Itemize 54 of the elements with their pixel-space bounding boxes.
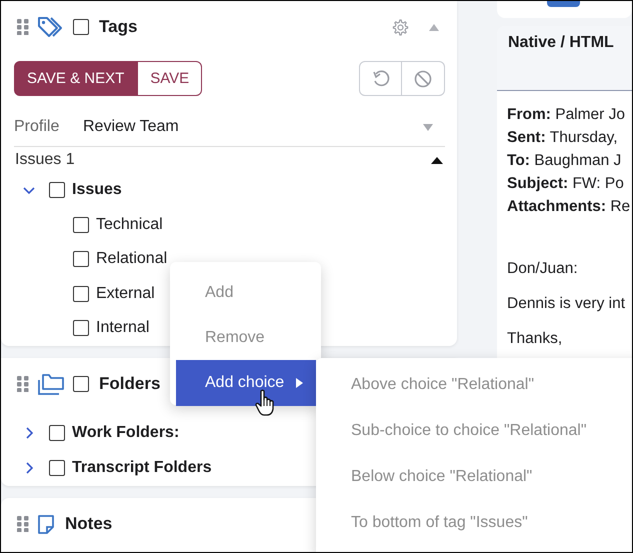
checkbox[interactable]: [73, 216, 89, 233]
menu-item[interactable]: Remove: [170, 315, 321, 360]
drag-handle-icon[interactable]: [17, 376, 29, 392]
checkbox[interactable]: [73, 251, 89, 268]
settings-icon[interactable]: [392, 18, 409, 36]
prohibited-icon: [414, 70, 432, 88]
tag-icon: [37, 15, 65, 39]
checkbox[interactable]: [49, 182, 65, 198]
email-header-line: Attachments: Re: [507, 197, 632, 217]
menu-item[interactable]: Add: [170, 270, 321, 315]
checkbox[interactable]: [73, 376, 89, 392]
checkbox[interactable]: [49, 425, 65, 441]
choice-label: Technical: [96, 216, 163, 234]
tag-label: Issues: [72, 181, 122, 200]
email-header-line: From: Palmer Jo: [507, 105, 626, 125]
note-icon: [37, 514, 55, 534]
email-header-line: Sent: Thursday,: [507, 128, 619, 148]
email-paragraph: Don/Juan:: [507, 259, 578, 279]
folder-label: Work Folders:: [72, 424, 180, 442]
choice-label: External: [96, 284, 155, 303]
choice-label: Internal: [96, 319, 150, 338]
save-button[interactable]: SAVE: [137, 61, 202, 96]
email-paragraph: Thanks,: [507, 329, 562, 349]
profile-dropdown[interactable]: Review Team: [83, 114, 445, 140]
collapse-icon[interactable]: [431, 156, 443, 164]
email-paragraph: Dennis is very int: [507, 294, 626, 314]
drag-handle-icon[interactable]: [17, 19, 29, 35]
checkbox[interactable]: [73, 19, 89, 35]
dropdown-arrow-icon: [423, 124, 433, 130]
profile-label: Profile: [14, 118, 60, 136]
checkbox[interactable]: [49, 460, 65, 476]
choice-label: Relational: [96, 250, 168, 268]
panel-title: Tags: [99, 17, 138, 37]
cancel-button[interactable]: [402, 61, 445, 96]
folder-label: Transcript Folders: [72, 459, 212, 477]
document-title: Native / HTML: [508, 34, 615, 52]
panel-title: Folders: [99, 374, 160, 394]
checkbox[interactable]: [73, 286, 89, 302]
panel-title: Notes: [65, 514, 112, 534]
checkbox[interactable]: [73, 320, 89, 336]
menu-item[interactable]: Above choice "Relational": [316, 362, 632, 408]
menu-item[interactable]: Below choice "Relational": [316, 454, 632, 500]
group-label: Issues 1: [15, 151, 75, 169]
save-next-button[interactable]: SAVE & NEXT: [14, 61, 138, 96]
email-header-line: Subject: FW: Po: [507, 174, 625, 194]
folder-icon: [37, 372, 65, 396]
undo-button[interactable]: [359, 61, 402, 96]
menu-item[interactable]: Sub-choice to choice "Relational": [316, 408, 632, 454]
email-header-line: To: Baughman J: [507, 151, 622, 171]
drag-handle-icon[interactable]: [17, 516, 29, 532]
submenu-arrow-icon: [296, 378, 304, 388]
menu-item[interactable]: To bottom of tag "Issues": [316, 500, 632, 546]
undo-icon: [372, 70, 390, 88]
menu-item[interactable]: Add choice: [176, 360, 316, 406]
